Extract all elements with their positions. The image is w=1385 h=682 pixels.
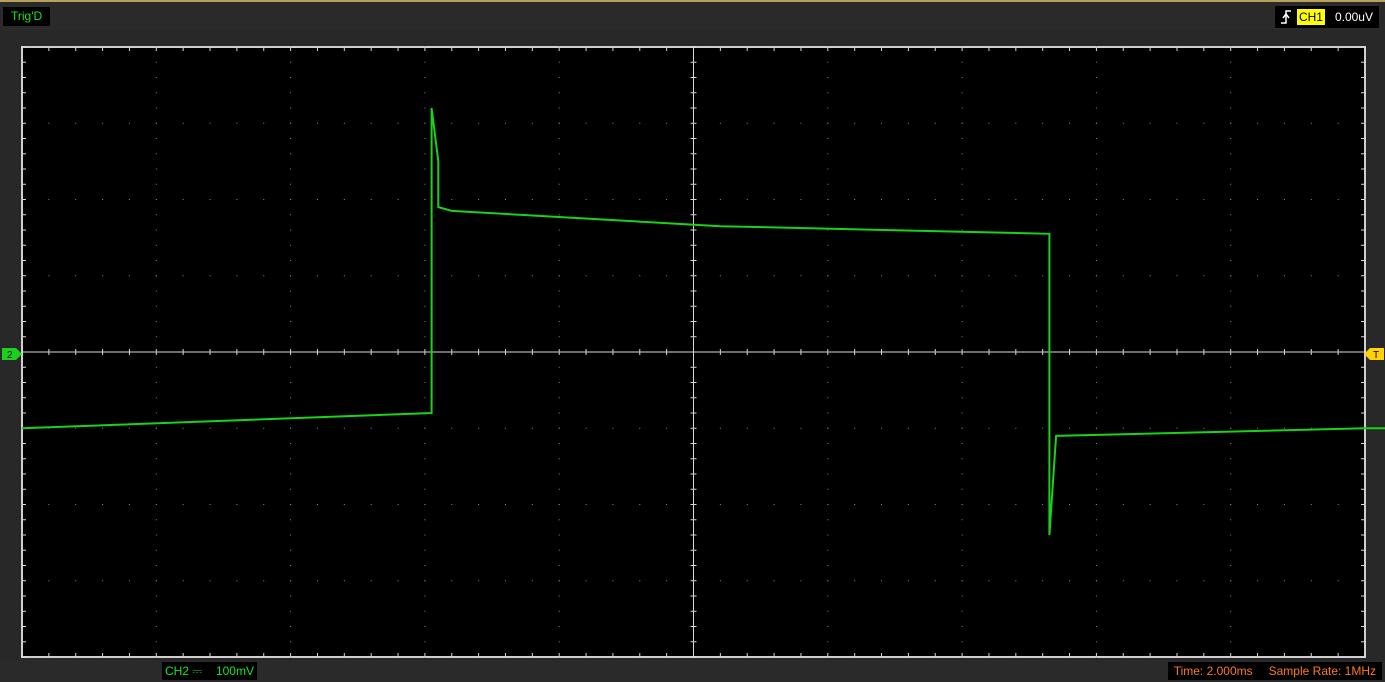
scope-display-area: 2 T bbox=[0, 30, 1385, 660]
trigger-level-marker[interactable]: T bbox=[1364, 348, 1384, 360]
channel-marker-label: 2 bbox=[7, 350, 13, 360]
waveform-display[interactable] bbox=[0, 30, 1385, 660]
top-status-bar: Trig'D CH1 0.00uV bbox=[0, 0, 1385, 30]
trigger-level: 0.00uV bbox=[1334, 10, 1373, 24]
dc-coupling-icon: ⎓ bbox=[192, 664, 202, 678]
bottom-status-bar: CH2 ⎓ 100mV Time: 2.000ms Sample Rate: 1MH… bbox=[0, 660, 1385, 682]
ch2-settings[interactable]: CH2 ⎓ 100mV bbox=[162, 662, 257, 680]
trigger-settings[interactable]: CH1 0.00uV bbox=[1274, 6, 1379, 28]
channel-2-marker[interactable]: 2 bbox=[2, 348, 22, 360]
ch2-label: CH2 bbox=[165, 664, 190, 678]
rising-edge-icon bbox=[1280, 10, 1291, 24]
sample-rate: Sample Rate: 1MHz bbox=[1268, 664, 1376, 678]
time-per-div: Time: 2.000ms bbox=[1173, 664, 1253, 678]
ch2-scale: 100mV bbox=[215, 664, 254, 678]
timebase-info[interactable]: Time: 2.000ms Sample Rate: 1MHz bbox=[1167, 662, 1382, 680]
trigger-marker-label: T bbox=[1373, 350, 1379, 360]
trigger-channel: CH1 bbox=[1296, 9, 1325, 25]
trigger-status: Trig'D bbox=[3, 7, 51, 26]
